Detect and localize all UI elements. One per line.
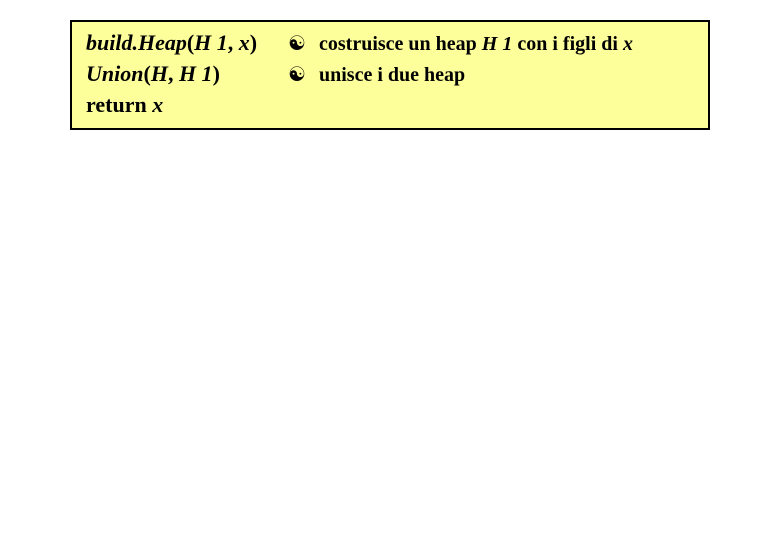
code-box: build.Heap(H 1, x) ☯ costruisce un heap … [70,20,710,130]
arg: H 1 [179,61,213,86]
sep: , [168,61,179,86]
comment-em: H 1 [482,33,513,55]
comment-text: unisce i due heap [314,64,465,86]
sep: , [228,30,239,55]
comment-em: x [623,33,633,55]
slide: build.Heap(H 1, x) ☯ costruisce un heap … [0,0,780,540]
arg: H 1 [194,30,228,55]
paren-close: ) [250,30,257,55]
comment-cell: ☯ unisce i due heap [286,61,694,89]
fn-name: build.Heap [86,30,187,55]
code-row: Union(H, H 1) ☯ unisce i due heap [86,59,694,90]
arg: x [152,92,163,117]
code-cell: build.Heap(H 1, x) [86,28,286,59]
comment-text: costruisce un heap [314,33,482,55]
tick-icon: ☯ [286,30,308,58]
code-cell: return x [86,90,286,121]
tick-icon: ☯ [286,61,308,89]
comment-text: con i figli di [512,33,623,55]
fn-name: return [86,92,152,117]
code-row: return x [86,90,694,121]
paren-close: ) [213,61,220,86]
arg: x [239,30,250,55]
comment-cell [286,92,694,120]
code-cell: Union(H, H 1) [86,59,286,90]
fn-name: Union [86,61,143,86]
code-row: build.Heap(H 1, x) ☯ costruisce un heap … [86,28,694,59]
comment-cell: ☯ costruisce un heap H 1 con i figli di … [286,30,694,58]
arg: H [151,61,168,86]
paren-open: ( [143,61,150,86]
